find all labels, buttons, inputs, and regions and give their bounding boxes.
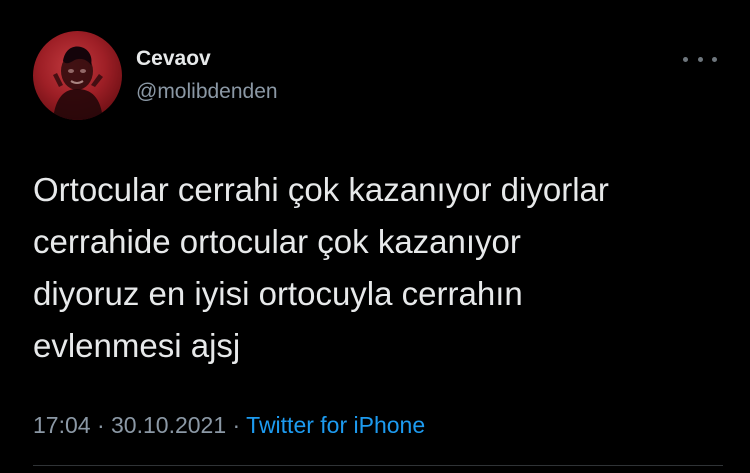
more-options-icon[interactable] [683, 52, 717, 66]
tweet-metadata: 17:04 · 30.10.2021 · Twitter for iPhone [33, 411, 425, 439]
tweet-text-line: diyoruz en iyisi ortocuyla cerrahın [33, 275, 523, 312]
tweet-text-line: cerrahide ortocular çok kazanıyor [33, 223, 521, 260]
meta-separator: · [226, 412, 247, 438]
meta-separator: · [90, 412, 112, 438]
tweet-text-line: Ortocular cerrahi çok kazanıyor diyorlar [33, 171, 609, 208]
avatar-image [53, 46, 103, 120]
more-dot [697, 56, 703, 62]
tweet-card: Cevaov @molibdenden Ortocular cerrahi ço… [0, 0, 750, 473]
display-name[interactable]: Cevaov [136, 46, 211, 72]
tweet-text: Ortocular cerrahi çok kazanıyor diyorlar… [33, 164, 723, 372]
avatar[interactable] [33, 31, 122, 120]
user-handle[interactable]: @molibdenden [136, 79, 278, 105]
tweet-time[interactable]: 17:04 [33, 412, 91, 438]
more-dot [712, 56, 717, 62]
tweet-source-link[interactable]: Twitter for iPhone [246, 412, 425, 438]
more-dot [683, 56, 688, 62]
tweet-date[interactable]: 30.10.2021 [111, 412, 226, 438]
tweet-text-line: evlenmesi ajsj [33, 327, 241, 364]
divider [33, 465, 723, 466]
